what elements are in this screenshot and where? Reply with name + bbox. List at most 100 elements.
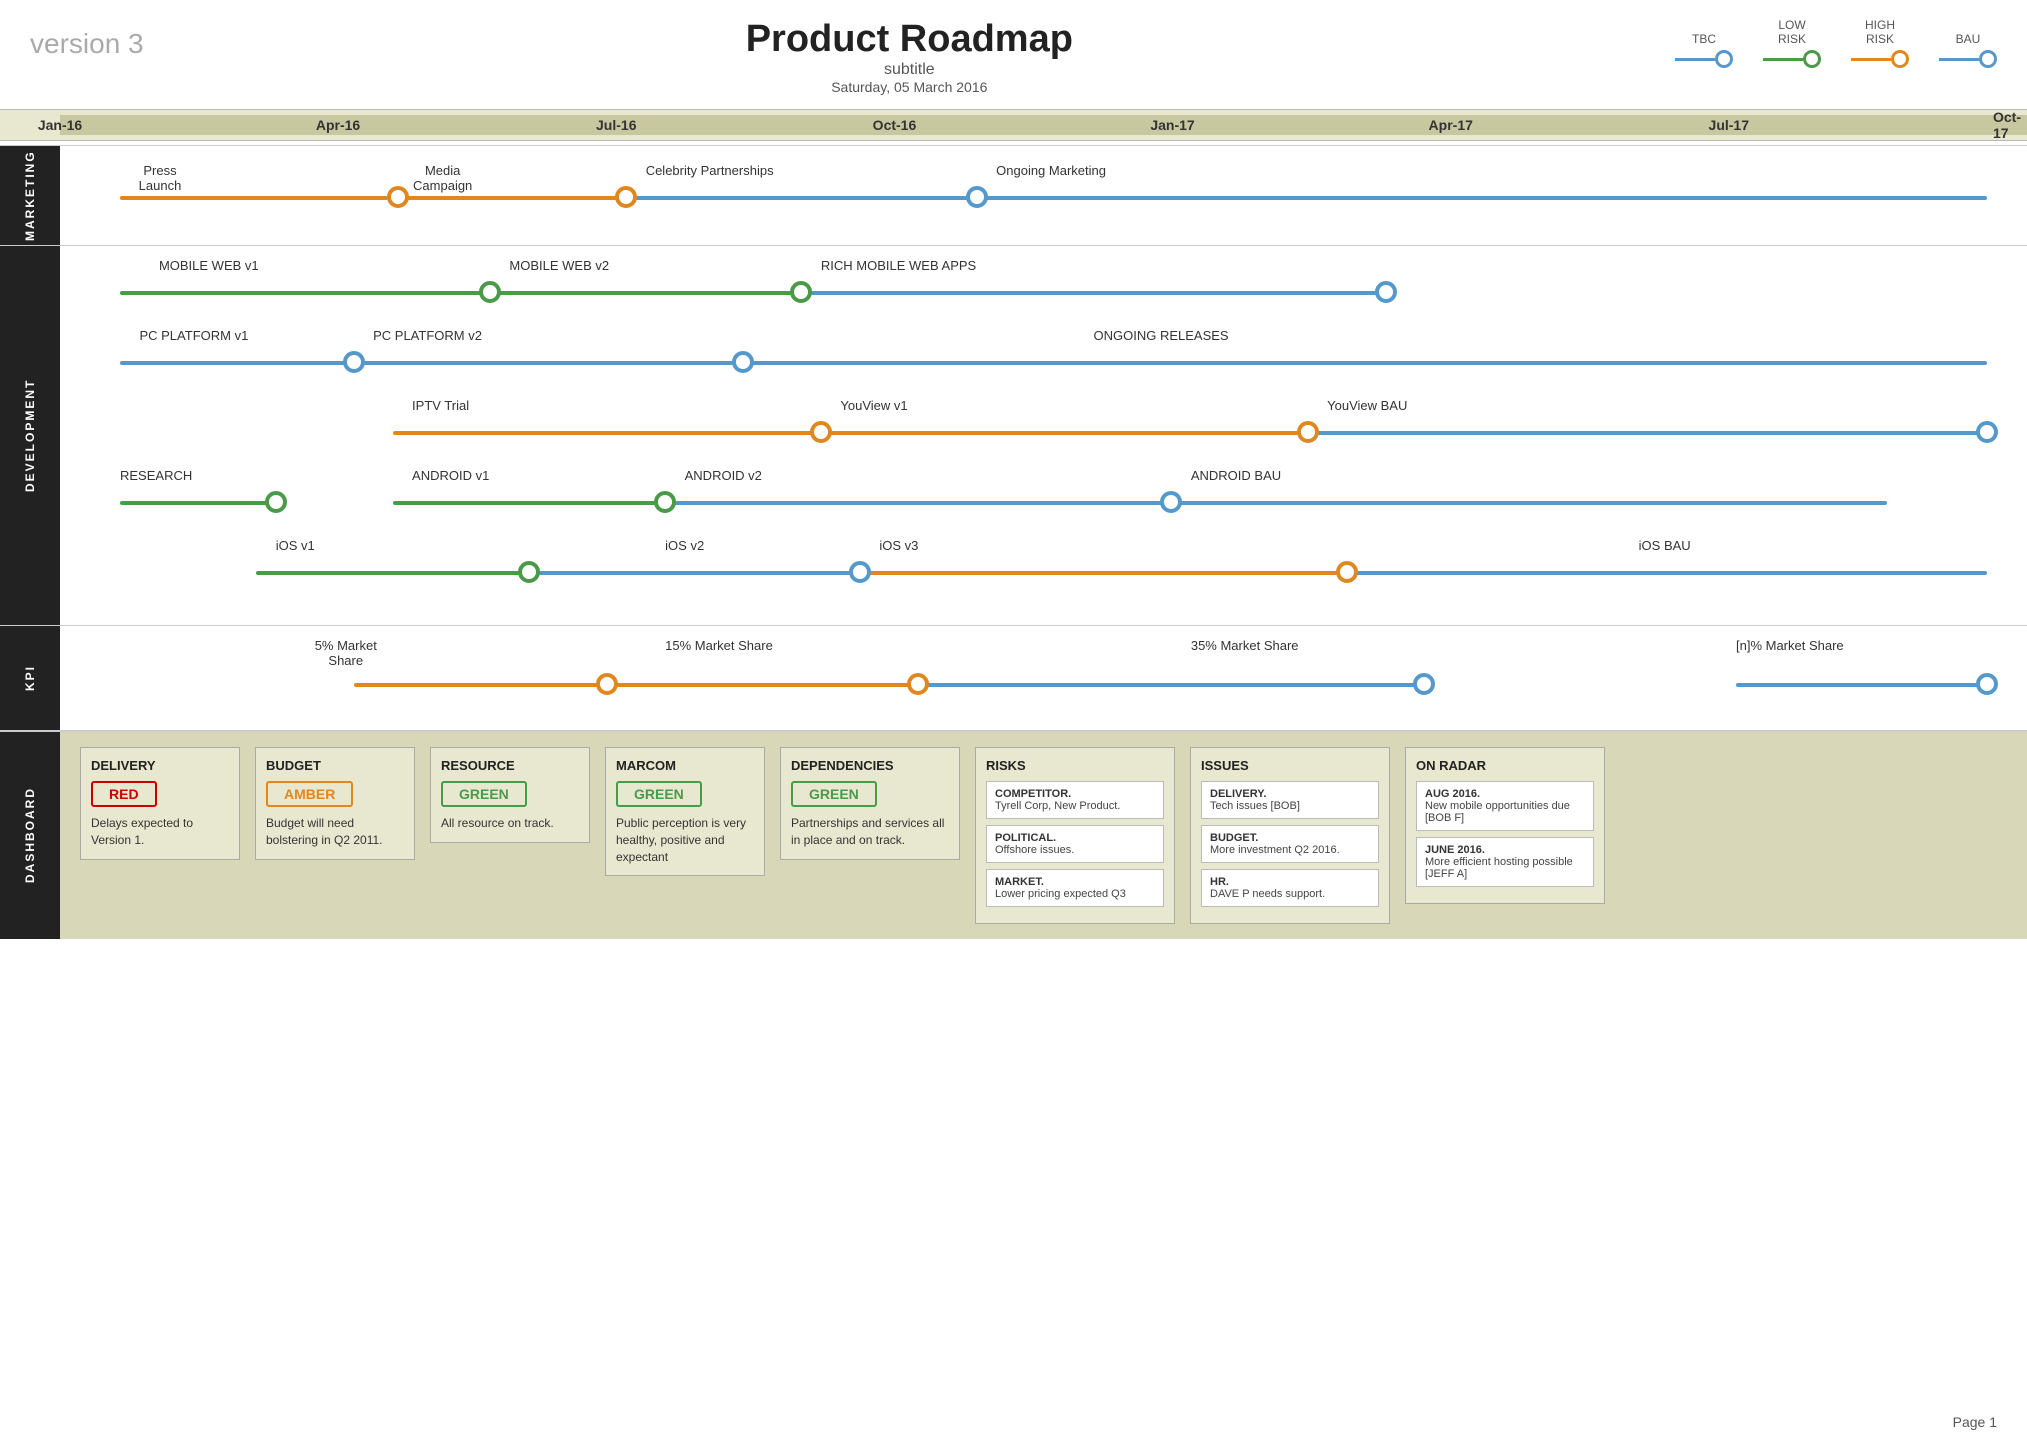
development-section: DEVELOPMENT MOBILE WEB v1 MOBILE WEB v2 … — [0, 245, 2027, 625]
marcom-title: MARCOM — [616, 758, 754, 773]
legend-low-risk-line — [1763, 50, 1821, 68]
android-v1-label: ANDROID v1 — [412, 468, 489, 483]
kpi-lane-1: 5% MarketShare 15% Market Share 35% Mark… — [60, 638, 2007, 718]
risks-card: RISKS COMPETITOR. Tyrell Corp, New Produ… — [975, 747, 1175, 924]
risks-political-title: POLITICAL. — [995, 832, 1155, 844]
dependencies-title: DEPENDENCIES — [791, 758, 949, 773]
press-launch-line — [120, 196, 388, 200]
tl-apr16: Apr-16 — [316, 117, 360, 133]
on-radar-june-text: More efficient hosting possible [JEFF A] — [1425, 856, 1585, 880]
subtitle: subtitle — [746, 61, 1073, 79]
resource-card: RESOURCE GREEN All resource on track. — [430, 747, 590, 843]
media-campaign-label: MediaCampaign — [413, 163, 472, 193]
issues-hr-text: DAVE P needs support. — [1210, 888, 1370, 900]
ongoing-marketing-line — [977, 196, 1987, 200]
marcom-card: MARCOM GREEN Public perception is very h… — [605, 747, 765, 876]
ios-v3-label: iOS v3 — [879, 538, 918, 553]
development-content: MOBILE WEB v1 MOBILE WEB v2 RICH MOBILE … — [60, 246, 2027, 625]
legend-tbc-line — [1675, 50, 1733, 68]
dependencies-card: DEPENDENCIES GREEN Partnerships and serv… — [780, 747, 960, 860]
marketing-section: MARKETING PressLaunch MediaCampaign Cele… — [0, 145, 2027, 245]
legend-high-risk: HIGHRISK — [1851, 18, 1909, 68]
marketing-lane-1: PressLaunch MediaCampaign Celebrity Part… — [60, 158, 2007, 233]
risks-market: MARKET. Lower pricing expected Q3 — [986, 869, 1164, 907]
resource-badge: GREEN — [441, 781, 527, 807]
dashboard-label: DASHBOARD — [0, 732, 60, 939]
issues-hr-title: HR. — [1210, 876, 1370, 888]
android-bau-label: ANDROID BAU — [1191, 468, 1281, 483]
tl-oct17: Oct-17 — [1993, 109, 2021, 141]
development-label: DEVELOPMENT — [0, 246, 60, 625]
kpi-15pct-label: 15% Market Share — [665, 638, 773, 653]
issues-delivery-text: Tech issues [BOB] — [1210, 800, 1370, 812]
celebrity-line — [626, 196, 996, 200]
header: version 3 Product Roadmap subtitle Satur… — [0, 0, 2027, 105]
dashboard-content: DELIVERY RED Delays expected to Version … — [60, 732, 2027, 939]
risks-market-title: MARKET. — [995, 876, 1155, 888]
kpi-label: KPI — [0, 626, 60, 730]
pc-v1-label: PC PLATFORM v1 — [139, 328, 248, 343]
risks-market-text: Lower pricing expected Q3 — [995, 888, 1155, 900]
on-radar-title: ON RADAR — [1416, 758, 1594, 773]
issues-budget: BUDGET. More investment Q2 2016. — [1201, 825, 1379, 863]
issues-delivery: DELIVERY. Tech issues [BOB] — [1201, 781, 1379, 819]
ongoing-marketing-label: Ongoing Marketing — [996, 163, 1106, 178]
budget-card: BUDGET AMBER Budget will need bolstering… — [255, 747, 415, 860]
ios-v1-label: iOS v1 — [276, 538, 315, 553]
dev-lane-ios: iOS v1 iOS v2 iOS v3 iOS BAU — [60, 533, 2007, 601]
issues-card: ISSUES DELIVERY. Tech issues [BOB] BUDGE… — [1190, 747, 1390, 924]
kpi-5pct-label: 5% MarketShare — [315, 638, 377, 668]
dev-lane-iptv: IPTV Trial YouView v1 YouView BAU — [60, 393, 2007, 461]
press-launch-circle — [387, 186, 409, 208]
marcom-badge: GREEN — [616, 781, 702, 807]
pc-v2-label: PC PLATFORM v2 — [373, 328, 482, 343]
resource-text: All resource on track. — [441, 815, 579, 832]
legend-tbc: TBC — [1675, 32, 1733, 68]
android-v2-label: ANDROID v2 — [685, 468, 762, 483]
marketing-label: MARKETING — [0, 146, 60, 245]
on-radar-june-title: JUNE 2016. — [1425, 844, 1585, 856]
risks-political-text: Offshore issues. — [995, 844, 1155, 856]
kpi-35pct-label: 35% Market Share — [1191, 638, 1299, 653]
legend-high-risk-line — [1851, 50, 1909, 68]
ios-bau-label: iOS BAU — [1639, 538, 1691, 553]
sections-wrapper: MARKETING PressLaunch MediaCampaign Cele… — [0, 145, 2027, 730]
press-launch-label: PressLaunch — [120, 163, 200, 193]
risks-competitor-title: COMPETITOR. — [995, 788, 1155, 800]
delivery-badge: RED — [91, 781, 157, 807]
youview-v1-label: YouView v1 — [840, 398, 907, 413]
budget-text: Budget will need bolstering in Q2 2011. — [266, 815, 404, 849]
mobile-web-v2-label: MOBILE WEB v2 — [509, 258, 609, 273]
on-radar-card: ON RADAR AUG 2016. New mobile opportunit… — [1405, 747, 1605, 904]
dev-lane-android: RESEARCH ANDROID v1 ANDROID v2 ANDROID B… — [60, 463, 2007, 531]
tl-jul16: Jul-16 — [596, 117, 636, 133]
on-radar-aug-text: New mobile opportunities due [BOB F] — [1425, 800, 1585, 824]
legend-tbc-label: TBC — [1692, 32, 1716, 46]
legend-low-risk-label: LOWRISK — [1778, 18, 1806, 46]
legend-low-risk: LOWRISK — [1763, 18, 1821, 68]
timeline-axis: Jan-16 Apr-16 Jul-16 Oct-16 Jan-17 Apr-1… — [0, 109, 2027, 141]
kpi-npct-label: [n]% Market Share — [1736, 638, 1844, 653]
kpi-content: 5% MarketShare 15% Market Share 35% Mark… — [60, 626, 2027, 730]
iptv-label: IPTV Trial — [412, 398, 469, 413]
issues-delivery-title: DELIVERY. — [1210, 788, 1370, 800]
mobile-web-v1-label: MOBILE WEB v1 — [159, 258, 259, 273]
ongoing-releases-label: ONGOING RELEASES — [1094, 328, 1229, 343]
celebrity-circle — [966, 186, 988, 208]
dependencies-text: Partnerships and services all in place a… — [791, 815, 949, 849]
kpi-section: KPI 5% MarketShare 15% Market Share 35% … — [0, 625, 2027, 730]
youview-bau-label: YouView BAU — [1327, 398, 1407, 413]
dev-lane-pc: PC PLATFORM v1 PC PLATFORM v2 ONGOING RE… — [60, 323, 2007, 391]
legend-bau: BAU — [1939, 32, 1997, 68]
marcom-text: Public perception is very healthy, posit… — [616, 815, 754, 865]
risks-competitor-text: Tyrell Corp, New Product. — [995, 800, 1155, 812]
issues-hr: HR. DAVE P needs support. — [1201, 869, 1379, 907]
issues-title: ISSUES — [1201, 758, 1379, 773]
title-block: Product Roadmap subtitle Saturday, 05 Ma… — [746, 18, 1073, 95]
celebrity-label: Celebrity Partnerships — [646, 163, 774, 178]
ios-v2-label: iOS v2 — [665, 538, 704, 553]
research-label: RESEARCH — [120, 468, 192, 483]
dev-lane-mobile-web: MOBILE WEB v1 MOBILE WEB v2 RICH MOBILE … — [60, 253, 2007, 321]
risks-political: POLITICAL. Offshore issues. — [986, 825, 1164, 863]
issues-budget-text: More investment Q2 2016. — [1210, 844, 1370, 856]
